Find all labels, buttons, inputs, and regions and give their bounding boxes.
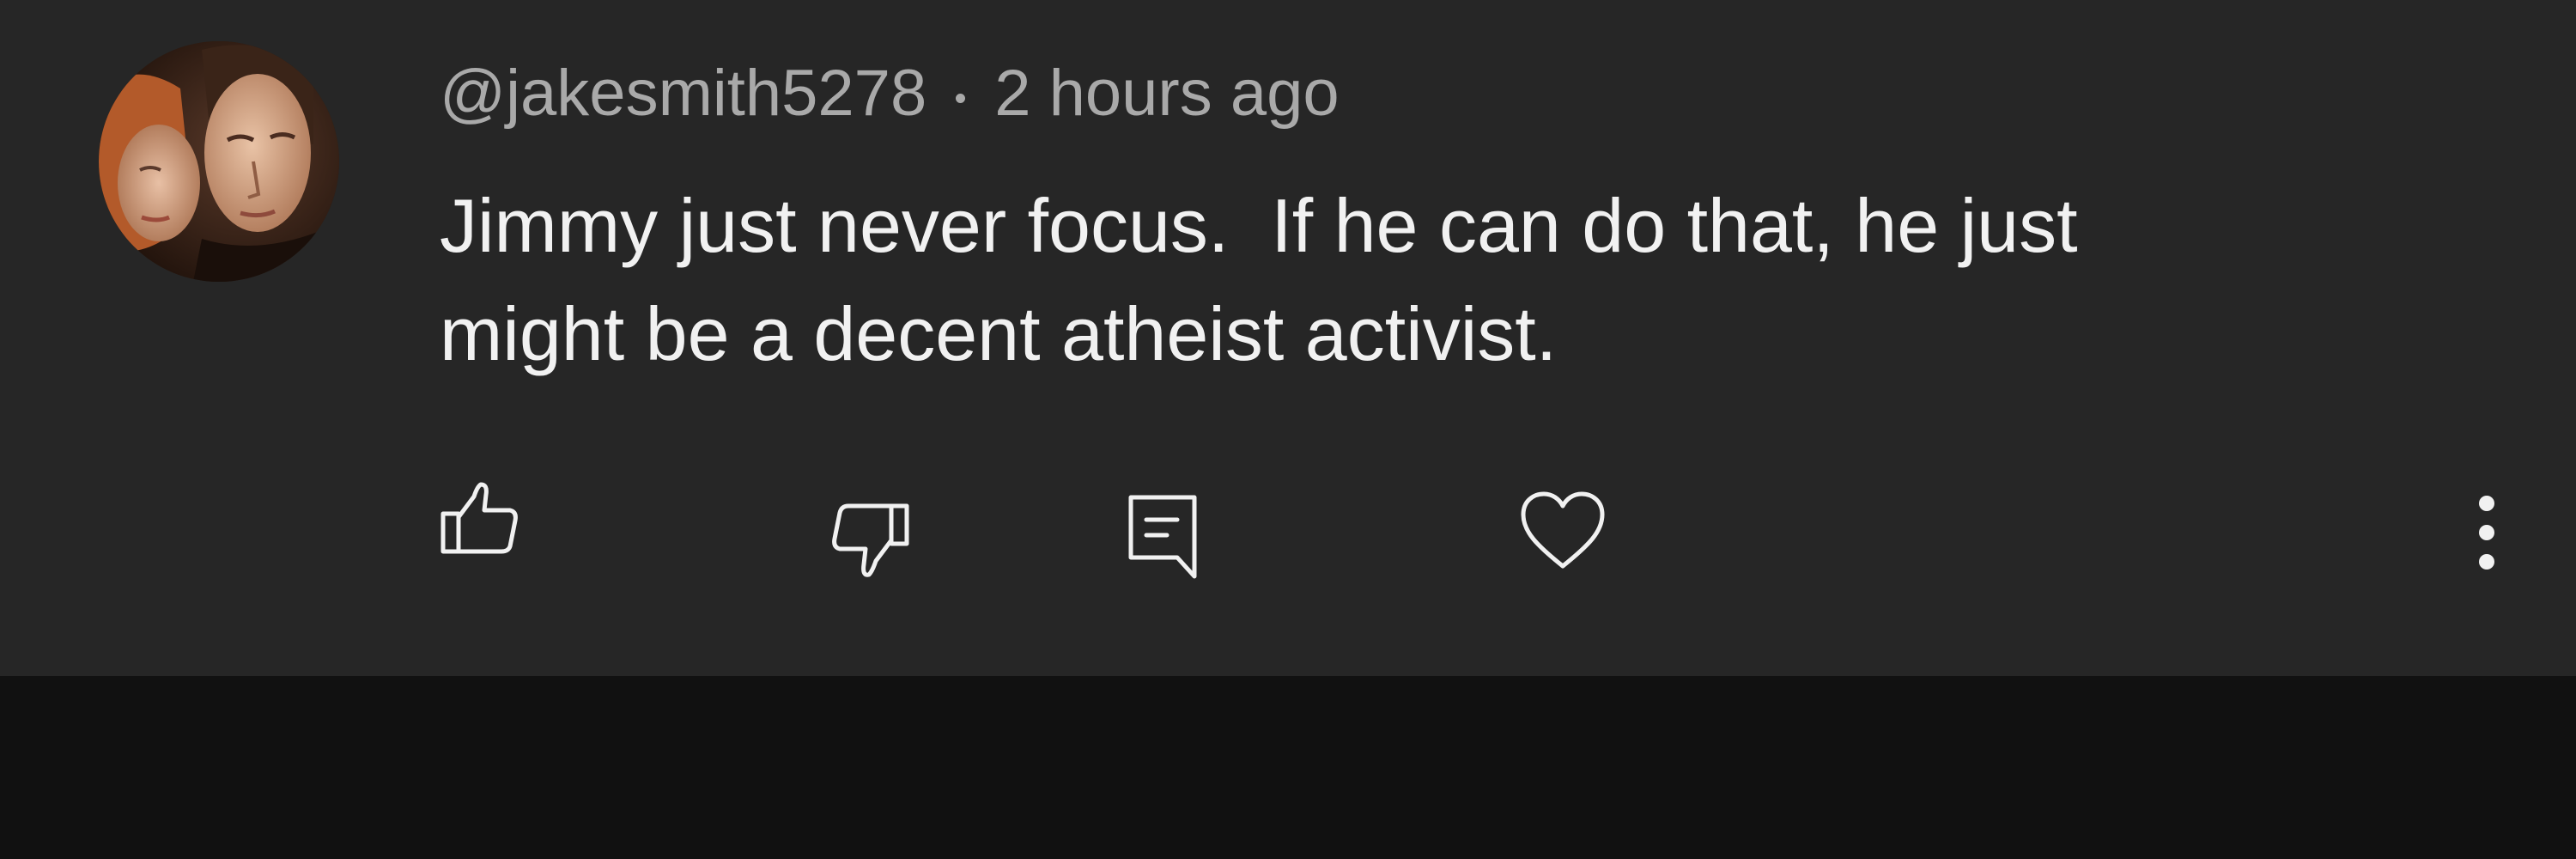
avatar-image: [99, 41, 339, 282]
heart-outline-icon: [1521, 491, 1605, 569]
thumbs-up-icon: [440, 482, 518, 554]
more-options-button[interactable]: [2463, 491, 2511, 574]
like-button[interactable]: [440, 479, 519, 558]
comment-line: Jimmy just never focus. If he can do tha…: [440, 183, 2078, 268]
thumbs-down-icon: [832, 503, 909, 577]
comment-bubble-icon: [1128, 495, 1197, 579]
avatar[interactable]: [99, 41, 339, 282]
comment-card: @jakesmith5278 2 hours ago Jimmy just ne…: [0, 0, 2576, 676]
more-vertical-icon: [2479, 496, 2494, 570]
comment-timestamp: 2 hours ago: [994, 56, 1340, 130]
author-handle[interactable]: @jakesmith5278: [440, 56, 927, 131]
comment-line: might be a decent atheist activist.: [440, 291, 1558, 376]
comment-body: Jimmy just never focus. If he can do tha…: [440, 172, 2483, 388]
heart-button[interactable]: [1520, 490, 1606, 573]
comment-meta: @jakesmith5278 2 hours ago: [440, 50, 1340, 136]
separator-dot: [956, 93, 966, 103]
dislike-button[interactable]: [831, 503, 910, 582]
reply-button[interactable]: [1127, 494, 1200, 580]
